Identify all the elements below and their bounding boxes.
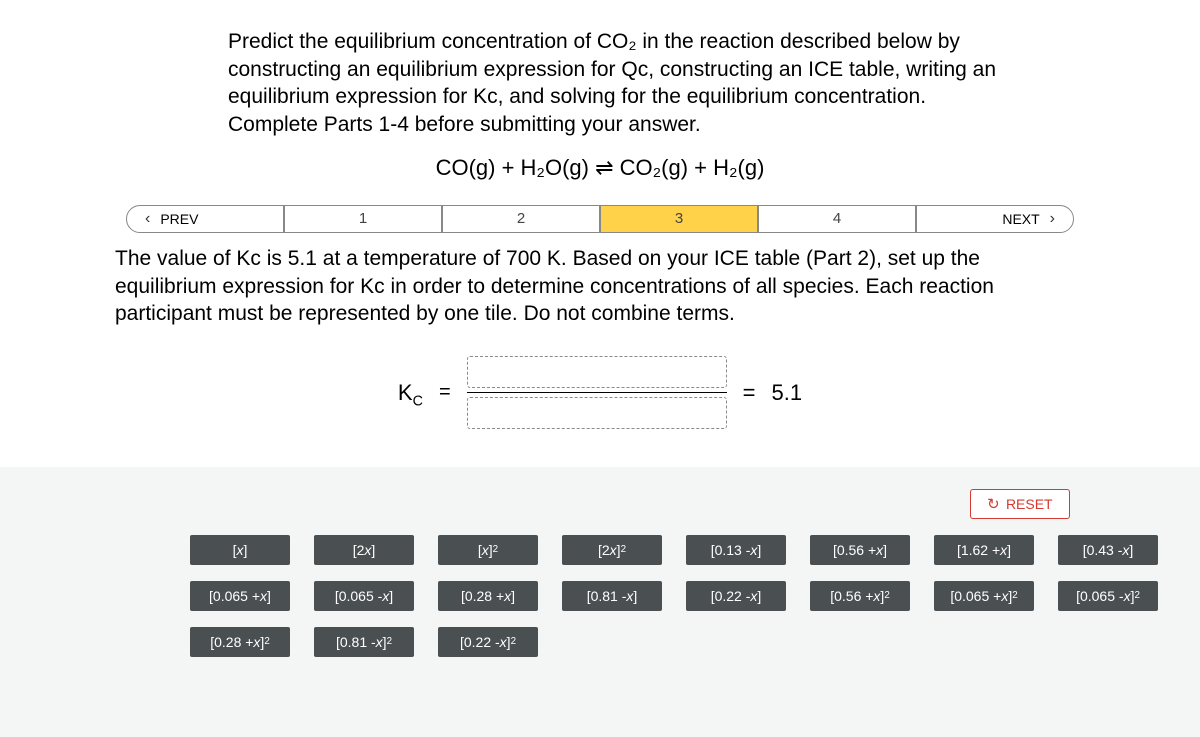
tile[interactable]: [0.065 + x] xyxy=(190,581,290,611)
kc-value: 5.1 xyxy=(771,380,802,406)
fraction-bar xyxy=(467,392,727,393)
next-label: NEXT xyxy=(1002,211,1039,227)
tile-row-1: [x] [2x] [x]2 [2x]2 [0.13 - x] [0.56 + x… xyxy=(190,535,1200,565)
tile[interactable]: [0.43 - x] xyxy=(1058,535,1158,565)
tile[interactable]: [0.56 + x]2 xyxy=(810,581,910,611)
tile-bank: ↺ RESET [x] [2x] [x]2 [2x]2 [0.13 - x] [… xyxy=(0,467,1200,737)
step-instructions: The value of Kc is 5.1 at a temperature … xyxy=(115,245,1085,328)
prev-label: PREV xyxy=(160,211,198,227)
tile[interactable]: [x] xyxy=(190,535,290,565)
tile[interactable]: [x]2 xyxy=(438,535,538,565)
step-4-tab[interactable]: 4 xyxy=(758,205,916,233)
denominator-dropzone[interactable] xyxy=(467,397,727,429)
tile[interactable]: [0.28 + x]2 xyxy=(190,627,290,657)
problem-instructions: Predict the equilibrium concentration of… xyxy=(228,28,1008,139)
reset-label: RESET xyxy=(1006,496,1053,512)
tile[interactable]: [1.62 + x] xyxy=(934,535,1034,565)
step-2-tab[interactable]: 2 xyxy=(442,205,600,233)
reset-icon: ↺ xyxy=(987,495,1000,513)
tile[interactable]: [0.28 + x] xyxy=(438,581,538,611)
tile[interactable]: [0.56 + x] xyxy=(810,535,910,565)
reaction-equation: CO(g) + H₂O(g) ⇌ CO₂(g) + H₂(g) xyxy=(0,155,1200,181)
kc-symbol: KC xyxy=(398,380,423,406)
kc-fraction xyxy=(467,356,727,429)
chevron-left-icon: ‹ xyxy=(145,210,150,228)
chevron-right-icon: › xyxy=(1050,210,1055,228)
tile[interactable]: [0.81 - x] xyxy=(562,581,662,611)
tile[interactable]: [0.13 - x] xyxy=(686,535,786,565)
tile-row-2: [0.065 + x] [0.065 - x] [0.28 + x] [0.81… xyxy=(190,581,1200,611)
step-navigation: ‹ PREV 1 2 3 4 NEXT › xyxy=(0,205,1200,233)
numerator-dropzone[interactable] xyxy=(467,356,727,388)
step-1-tab[interactable]: 1 xyxy=(284,205,442,233)
reset-button[interactable]: ↺ RESET xyxy=(970,489,1070,519)
tile[interactable]: [2x] xyxy=(314,535,414,565)
tile[interactable]: [2x]2 xyxy=(562,535,662,565)
tile[interactable]: [0.81 - x]2 xyxy=(314,627,414,657)
next-button[interactable]: NEXT › xyxy=(916,205,1074,233)
tile[interactable]: [0.065 + x]2 xyxy=(934,581,1034,611)
prev-button[interactable]: ‹ PREV xyxy=(126,205,284,233)
kc-expression: KC = = 5.1 xyxy=(0,356,1200,429)
tile[interactable]: [0.065 - x]2 xyxy=(1058,581,1158,611)
tile[interactable]: [0.22 - x]2 xyxy=(438,627,538,657)
tile[interactable]: [0.22 - x] xyxy=(686,581,786,611)
tile[interactable]: [0.065 - x] xyxy=(314,581,414,611)
result-equals: = xyxy=(743,380,756,406)
tile-row-3: [0.28 + x]2 [0.81 - x]2 [0.22 - x]2 xyxy=(190,627,1200,657)
equals-sign: = xyxy=(439,381,451,404)
step-3-tab[interactable]: 3 xyxy=(600,205,758,233)
